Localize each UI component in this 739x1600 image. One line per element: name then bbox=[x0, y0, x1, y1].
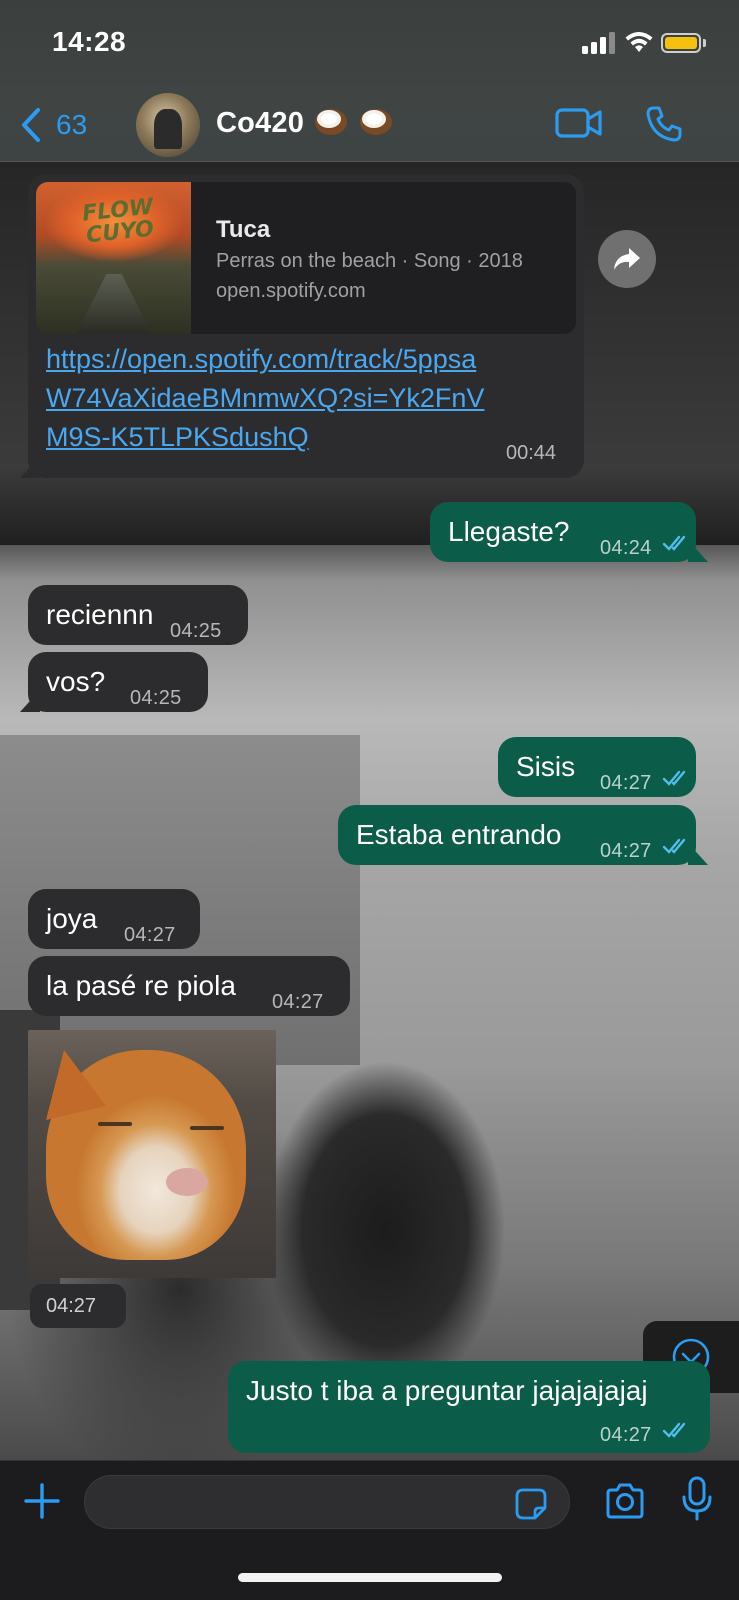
image-message[interactable] bbox=[28, 1030, 276, 1278]
forward-arrow-icon bbox=[614, 248, 640, 270]
outgoing-message[interactable]: Sisis 04:27 bbox=[498, 737, 696, 797]
read-receipt-icon bbox=[662, 535, 686, 551]
battery-cap bbox=[703, 39, 706, 47]
link-message-bubble[interactable]: FLOW CUYO Tuca Perras on the beach · Son… bbox=[20, 174, 584, 478]
song-meta: Perras on the beach · Song · 2018 bbox=[216, 250, 523, 272]
message-timestamp: 04:27 bbox=[600, 772, 652, 794]
coconut-emoji-icon bbox=[315, 109, 348, 135]
contact-name-row[interactable]: Co420 bbox=[216, 106, 393, 140]
incoming-message[interactable]: joya 04:27 bbox=[28, 889, 200, 949]
chat-header: 14:28 63 Co420 bbox=[0, 0, 739, 162]
chevron-left-icon bbox=[22, 108, 40, 142]
microphone-icon[interactable] bbox=[680, 1475, 714, 1523]
spotify-url-link[interactable]: https://open.spotify.com/track/5ppsaW74V… bbox=[46, 340, 486, 457]
coconut-emoji-icon bbox=[359, 109, 392, 135]
message-input-bar bbox=[0, 1460, 739, 1600]
message-timestamp: 04:27 bbox=[600, 840, 652, 862]
read-receipt-icon bbox=[662, 838, 686, 854]
image-timestamp-pill: 04:27 bbox=[30, 1284, 126, 1328]
outgoing-message[interactable]: Estaba entrando 04:27 bbox=[338, 805, 708, 865]
incoming-message[interactable]: la pasé re piola 04:27 bbox=[28, 956, 350, 1016]
cat-eye bbox=[98, 1122, 132, 1126]
message-text: vos? bbox=[46, 666, 106, 697]
read-receipt-icon bbox=[662, 770, 686, 786]
unread-count: 63 bbox=[56, 109, 88, 140]
album-art-road bbox=[76, 274, 152, 334]
spotify-link-preview[interactable]: FLOW CUYO Tuca Perras on the beach · Son… bbox=[36, 182, 576, 334]
message-text: Justo t iba a preguntar jajajajajaj bbox=[246, 1375, 648, 1406]
album-art-text: FLOW CUYO bbox=[81, 194, 156, 249]
message-timestamp: 00:44 bbox=[506, 442, 557, 464]
cat-eye bbox=[190, 1126, 224, 1130]
incoming-message[interactable]: reciennn 04:25 bbox=[28, 585, 248, 645]
message-timestamp: 04:25 bbox=[170, 620, 222, 642]
message-timestamp: 04:24 bbox=[600, 537, 652, 559]
message-timestamp: 04:27 bbox=[600, 1424, 652, 1446]
cat-nose bbox=[166, 1168, 208, 1196]
read-receipt-icon bbox=[662, 1422, 686, 1438]
battery-icon bbox=[661, 33, 701, 53]
status-time: 14:28 bbox=[52, 26, 127, 57]
link-site: open.spotify.com bbox=[216, 280, 366, 302]
message-timestamp: 04:27 bbox=[124, 924, 176, 946]
message-text: reciennn bbox=[46, 599, 154, 630]
sticker-icon[interactable] bbox=[513, 1486, 549, 1522]
message-text: la pasé re piola bbox=[46, 970, 236, 1001]
message-input[interactable] bbox=[103, 1476, 483, 1528]
incoming-message[interactable]: vos? 04:25 bbox=[20, 652, 208, 712]
album-art-image: FLOW CUYO bbox=[36, 182, 191, 334]
message-text: joya bbox=[46, 903, 98, 934]
contact-name: Co420 bbox=[216, 107, 305, 139]
wifi-icon bbox=[625, 32, 653, 52]
plus-icon[interactable] bbox=[22, 1481, 62, 1521]
home-indicator bbox=[238, 1573, 502, 1582]
video-call-icon[interactable] bbox=[554, 104, 604, 142]
message-text-field[interactable] bbox=[84, 1475, 570, 1529]
song-title: Tuca bbox=[216, 216, 271, 243]
contact-avatar[interactable] bbox=[136, 93, 200, 157]
message-timestamp: 04:25 bbox=[130, 687, 182, 709]
back-button[interactable]: 63 bbox=[20, 102, 87, 148]
message-timestamp: 04:27 bbox=[46, 1295, 97, 1317]
phone-call-icon[interactable] bbox=[644, 104, 684, 144]
forward-button[interactable] bbox=[598, 230, 656, 288]
camera-icon[interactable] bbox=[604, 1481, 646, 1521]
message-text: Llegaste? bbox=[448, 516, 570, 547]
cellular-signal-icon bbox=[582, 32, 615, 54]
message-text: Sisis bbox=[516, 751, 576, 782]
outgoing-message[interactable]: Llegaste? 04:24 bbox=[430, 502, 708, 562]
message-timestamp: 04:27 bbox=[272, 991, 324, 1013]
outgoing-message[interactable]: Justo t iba a preguntar jajajajajaj 04:2… bbox=[228, 1361, 710, 1453]
message-text: Estaba entrando bbox=[356, 819, 562, 850]
